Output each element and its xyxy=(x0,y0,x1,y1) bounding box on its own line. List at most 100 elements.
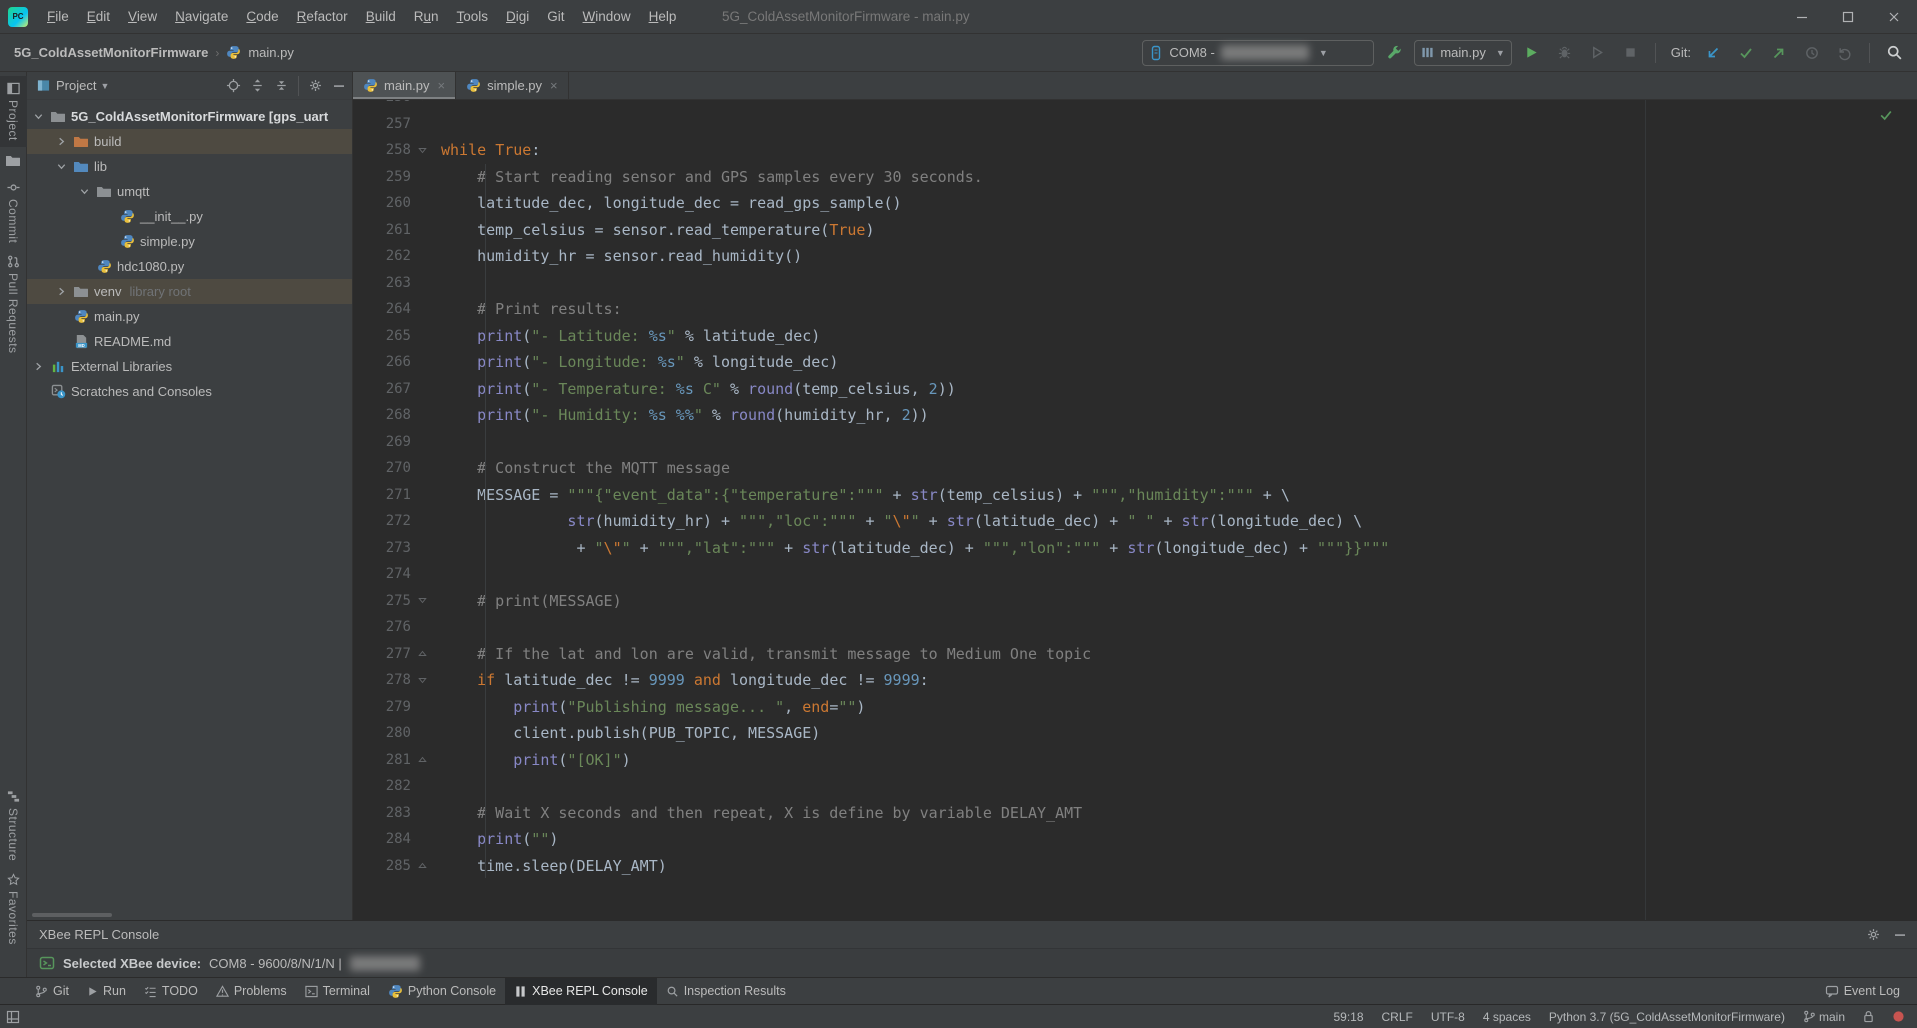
code-line-282[interactable]: 282 xyxy=(353,773,1917,800)
run-coverage-button[interactable] xyxy=(1585,40,1611,66)
menu-digi[interactable]: Digi xyxy=(497,5,538,28)
tab-close-icon[interactable]: × xyxy=(438,78,446,93)
toolwindow-tab-python-console[interactable]: Python Console xyxy=(379,978,505,1005)
fold-down-icon[interactable] xyxy=(411,588,433,615)
chevron-right-icon[interactable] xyxy=(50,136,72,147)
menu-code[interactable]: Code xyxy=(237,5,287,28)
code-line-283[interactable]: 283# Wait X seconds and then repeat, X i… xyxy=(353,800,1917,827)
gear-icon[interactable] xyxy=(1866,927,1881,942)
tree-item-build[interactable]: build xyxy=(27,129,352,154)
tool-window-switcher-icon[interactable] xyxy=(6,1010,20,1024)
menu-window[interactable]: Window xyxy=(574,5,640,28)
tree-item-umqtt[interactable]: umqtt xyxy=(27,179,352,204)
collapse-all-icon[interactable] xyxy=(274,78,289,93)
status-line-separator[interactable]: CRLF xyxy=(1382,1010,1413,1024)
toolwindow-tab-problems[interactable]: Problems xyxy=(207,978,296,1005)
stripe-item-folder-stripe[interactable] xyxy=(0,147,27,175)
fold-up-icon[interactable] xyxy=(411,641,433,668)
locate-file-icon[interactable] xyxy=(226,78,241,93)
code-line-267[interactable]: 267print("- Temperature: %s C" % round(t… xyxy=(353,376,1917,403)
code-line-264[interactable]: 264# Print results: xyxy=(353,296,1917,323)
rollback-button[interactable] xyxy=(1832,40,1858,66)
stop-button[interactable] xyxy=(1618,40,1644,66)
tree-item-external[interactable]: External Libraries xyxy=(27,354,352,379)
menu-run[interactable]: Run xyxy=(405,5,448,28)
status-file-encoding[interactable]: UTF-8 xyxy=(1431,1010,1465,1024)
tree-item-lib[interactable]: lib xyxy=(27,154,352,179)
status-indent-style[interactable]: 4 spaces xyxy=(1483,1010,1531,1024)
git-push-button[interactable] xyxy=(1766,40,1792,66)
code-line-259[interactable]: 259# Start reading sensor and GPS sample… xyxy=(353,164,1917,191)
stripe-item-pull-requests[interactable]: Pull Requests xyxy=(0,249,27,360)
tree-item-readme.md[interactable]: MDREADME.md xyxy=(27,329,352,354)
code-line-278[interactable]: 278if latitude_dec != 9999 and longitude… xyxy=(353,667,1917,694)
code-line-276[interactable]: 276 xyxy=(353,614,1917,641)
git-update-button[interactable] xyxy=(1700,40,1726,66)
toolwindow-tab-todo[interactable]: TODO xyxy=(135,978,207,1005)
hide-panel-icon[interactable] xyxy=(332,79,346,93)
toolwindow-tab-run[interactable]: Run xyxy=(78,978,135,1005)
chevron-down-icon[interactable] xyxy=(50,161,72,172)
tree-item-scratches[interactable]: Scratches and Consoles xyxy=(27,379,352,404)
code-line-272[interactable]: 272str(humidity_hr) + ""","loc":""" + "\… xyxy=(353,508,1917,535)
code-line-284[interactable]: 284print("") xyxy=(353,826,1917,853)
xbee-device-combo[interactable]: COM8 - ▼ xyxy=(1142,40,1374,66)
code-line-274[interactable]: 274 xyxy=(353,561,1917,588)
menu-git[interactable]: Git xyxy=(538,5,573,28)
code-line-280[interactable]: 280client.publish(PUB_TOPIC, MESSAGE) xyxy=(353,720,1917,747)
horizontal-scrollbar[interactable] xyxy=(32,913,112,917)
breadcrumb-project[interactable]: 5G_ColdAssetMonitorFirmware xyxy=(14,45,208,60)
toolwindow-tab-inspection-results[interactable]: Inspection Results xyxy=(657,978,795,1005)
code-line-265[interactable]: 265print("- Latitude: %s" % latitude_dec… xyxy=(353,323,1917,350)
stripe-item-commit[interactable]: Commit xyxy=(0,175,27,249)
xbee-configure-button[interactable] xyxy=(1381,40,1407,66)
lock-icon[interactable] xyxy=(1863,1010,1874,1023)
code-line-257[interactable]: 257 xyxy=(353,111,1917,138)
gear-icon[interactable] xyxy=(308,78,323,93)
chevron-right-icon[interactable] xyxy=(27,361,49,372)
code-editor[interactable]: 256"""257258while True:259# Start readin… xyxy=(353,100,1917,920)
tree-item-hdc1080.py[interactable]: hdc1080.py xyxy=(27,254,352,279)
chevron-down-icon[interactable] xyxy=(73,186,95,197)
run-button[interactable] xyxy=(1519,40,1545,66)
code-line-266[interactable]: 266print("- Longitude: %s" % longitude_d… xyxy=(353,349,1917,376)
fold-down-icon[interactable] xyxy=(411,100,433,111)
menu-tools[interactable]: Tools xyxy=(448,5,498,28)
editor-tab-main-py[interactable]: main.py× xyxy=(353,72,456,99)
toolwindow-tab-terminal[interactable]: Terminal xyxy=(296,978,379,1005)
maximize-button[interactable] xyxy=(1825,0,1871,34)
expand-all-icon[interactable] xyxy=(250,78,265,93)
hide-panel-icon[interactable] xyxy=(1893,928,1907,942)
code-line-270[interactable]: 270# Construct the MQTT message xyxy=(353,455,1917,482)
menu-build[interactable]: Build xyxy=(357,5,405,28)
code-line-281[interactable]: 281print("[OK]") xyxy=(353,747,1917,774)
status-caret-position[interactable]: 59:18 xyxy=(1333,1010,1363,1024)
project-panel-title[interactable]: Project xyxy=(56,78,96,93)
history-button[interactable] xyxy=(1799,40,1825,66)
tree-item-simple.py[interactable]: simple.py xyxy=(27,229,352,254)
code-line-258[interactable]: 258while True: xyxy=(353,137,1917,164)
chevron-right-icon[interactable] xyxy=(50,286,72,297)
tab-close-icon[interactable]: × xyxy=(550,78,558,93)
status-git-branch[interactable]: main xyxy=(1803,1010,1845,1024)
menu-navigate[interactable]: Navigate xyxy=(166,5,237,28)
code-line-260[interactable]: 260latitude_dec, longitude_dec = read_gp… xyxy=(353,190,1917,217)
toolwindow-tab-git[interactable]: Git xyxy=(26,978,78,1005)
code-line-269[interactable]: 269 xyxy=(353,429,1917,456)
search-everywhere-button[interactable] xyxy=(1881,40,1907,66)
tree-item-main.py[interactable]: main.py xyxy=(27,304,352,329)
menu-file[interactable]: File xyxy=(38,5,78,28)
menu-refactor[interactable]: Refactor xyxy=(288,5,357,28)
minimize-button[interactable] xyxy=(1779,0,1825,34)
toolwindow-tab-event-log[interactable]: Event Log xyxy=(1816,978,1909,1005)
menu-view[interactable]: View xyxy=(119,5,166,28)
breadcrumb-file[interactable]: main.py xyxy=(248,45,294,60)
status-python-interpreter[interactable]: Python 3.7 (5G_ColdAssetMonitorFirmware) xyxy=(1549,1010,1785,1024)
code-line-275[interactable]: 275# print(MESSAGE) xyxy=(353,588,1917,615)
run-config-combo[interactable]: main.py ▼ xyxy=(1414,40,1511,66)
fold-up-icon[interactable] xyxy=(411,853,433,880)
fold-up-icon[interactable] xyxy=(411,747,433,774)
menu-help[interactable]: Help xyxy=(640,5,686,28)
git-commit-button[interactable] xyxy=(1733,40,1759,66)
code-line-271[interactable]: 271MESSAGE = """{"event_data":{"temperat… xyxy=(353,482,1917,509)
